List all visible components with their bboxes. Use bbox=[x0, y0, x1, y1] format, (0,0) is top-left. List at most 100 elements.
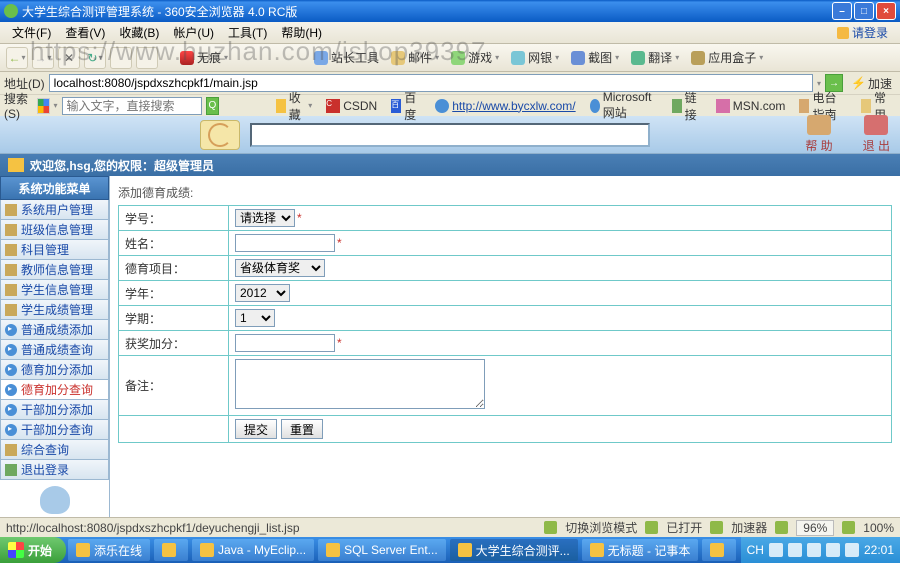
task-item-4[interactable]: 大学生综合测评... bbox=[450, 539, 578, 561]
label-year: 学年： bbox=[119, 281, 229, 306]
minimize-button[interactable]: – bbox=[832, 2, 852, 20]
menu-bar: 文件(F) 查看(V) 收藏(B) 帐户(U) 工具(T) 帮助(H) 请登录 bbox=[0, 22, 900, 44]
submit-button[interactable]: 提交 bbox=[235, 419, 277, 439]
search-label: 搜索(S) bbox=[4, 90, 33, 121]
tray-icon[interactable] bbox=[769, 543, 783, 557]
status-speed[interactable]: 加速器 bbox=[731, 519, 767, 536]
input-bonus[interactable] bbox=[235, 334, 335, 352]
task-item-2[interactable]: Java - MyEclip... bbox=[192, 539, 314, 561]
bookmark-baidu[interactable]: 百百度 bbox=[386, 89, 426, 123]
reset-button[interactable]: 重置 bbox=[281, 419, 323, 439]
sidebar-item-2[interactable]: 科目管理 bbox=[0, 240, 109, 260]
tray-icon[interactable] bbox=[826, 543, 840, 557]
sidebar-item-1[interactable]: 班级信息管理 bbox=[0, 220, 109, 240]
sidebar-header: 系统功能菜单 bbox=[0, 176, 109, 200]
content-panel: 添加德育成绩: 学号： 请选择* 姓名： * 德育项目： 省级体育奖 学年： 2… bbox=[110, 176, 900, 526]
menu-favorites[interactable]: 收藏(B) bbox=[113, 22, 165, 43]
screenshot-button[interactable]: 截图▾ bbox=[567, 47, 623, 68]
tray-icon[interactable] bbox=[807, 543, 821, 557]
address-dropdown-icon[interactable]: ▾ bbox=[817, 79, 821, 88]
sidebar-item-9[interactable]: 德育加分查询 bbox=[0, 380, 109, 400]
breadcrumb: 添加德育成绩: bbox=[118, 180, 892, 205]
taskbar: 开始 添乐在线 Java - MyEclip...SQL Server Ent..… bbox=[0, 537, 900, 563]
key-icon bbox=[5, 284, 17, 296]
zoom-level[interactable]: 96% bbox=[796, 520, 834, 536]
lang-indicator[interactable]: CH bbox=[747, 543, 764, 557]
sidebar-item-3[interactable]: 教师信息管理 bbox=[0, 260, 109, 280]
textarea-note[interactable] bbox=[235, 359, 485, 409]
select-year[interactable]: 2012 bbox=[235, 284, 290, 302]
help-button[interactable]: 帮 助 bbox=[805, 115, 832, 154]
sidebar-item-4[interactable]: 学生信息管理 bbox=[0, 280, 109, 300]
menu-view[interactable]: 查看(V) bbox=[59, 22, 111, 43]
select-student-no[interactable]: 请选择 bbox=[235, 209, 295, 227]
mail-button[interactable]: 邮件▾ bbox=[387, 47, 443, 68]
sidebar-item-10[interactable]: 干部加分添加 bbox=[0, 400, 109, 420]
clock[interactable]: 22:01 bbox=[864, 543, 894, 557]
menu-file[interactable]: 文件(F) bbox=[6, 22, 57, 43]
game-button[interactable]: 游戏▾ bbox=[447, 47, 503, 68]
welcome-bar: 欢迎您,hsg,您的权限：超级管理员 bbox=[0, 154, 900, 176]
site-tools-button[interactable]: 站长工具 bbox=[310, 47, 383, 68]
bookmark-csdn[interactable]: CCSDN bbox=[321, 99, 382, 113]
menu-account[interactable]: 帐户(U) bbox=[167, 22, 220, 43]
key-icon bbox=[5, 224, 17, 236]
tray-icon[interactable] bbox=[788, 543, 802, 557]
bookmark-microsoft[interactable]: Microsoft 网站 bbox=[585, 90, 663, 121]
nav-home-button[interactable] bbox=[110, 47, 132, 69]
bookmark-msn[interactable]: MSN.com bbox=[711, 99, 791, 113]
nav-back-button[interactable]: ▾ bbox=[6, 47, 28, 69]
search-input[interactable] bbox=[62, 97, 202, 115]
task-item-6[interactable] bbox=[702, 539, 736, 561]
sidebar-item-7[interactable]: 普通成绩查询 bbox=[0, 340, 109, 360]
app-search-box[interactable] bbox=[250, 123, 650, 147]
user-icon bbox=[8, 158, 24, 172]
bookmark-links[interactable]: 链接 bbox=[667, 89, 707, 123]
app-header: 帮 助 退 出 bbox=[0, 116, 900, 154]
status-bar: http://localhost:8080/jspdxszhcpkf1/deyu… bbox=[0, 517, 900, 537]
close-button[interactable]: × bbox=[876, 2, 896, 20]
sidebar-item-0[interactable]: 系统用户管理 bbox=[0, 200, 109, 220]
arrow-icon bbox=[5, 384, 17, 396]
sidebar-item-12[interactable]: 综合查询 bbox=[0, 440, 109, 460]
maximize-button[interactable]: □ bbox=[854, 2, 874, 20]
nav-stop-button[interactable]: ✕ bbox=[58, 47, 80, 69]
arrow-icon bbox=[5, 424, 17, 436]
sound-level[interactable]: 100% bbox=[863, 521, 894, 535]
start-button[interactable]: 开始 bbox=[0, 537, 66, 563]
tray-icon[interactable] bbox=[845, 543, 859, 557]
exit-button[interactable]: 退 出 bbox=[863, 115, 890, 154]
nav-forward-button[interactable]: ▾ bbox=[32, 47, 54, 69]
task-item-1[interactable] bbox=[154, 539, 188, 561]
sidebar-item-13[interactable]: 退出登录 bbox=[0, 460, 109, 480]
nav-fav-button[interactable] bbox=[136, 47, 158, 69]
search-go-button[interactable]: Q bbox=[206, 97, 220, 115]
menu-help[interactable]: 帮助(H) bbox=[275, 22, 328, 43]
sidebar-item-8[interactable]: 德育加分添加 bbox=[0, 360, 109, 380]
bookmark-bycxlw[interactable]: http://www.bycxlw.com/ bbox=[430, 99, 580, 113]
sidebar-item-11[interactable]: 干部加分查询 bbox=[0, 420, 109, 440]
status-mode[interactable]: 切换浏览模式 bbox=[565, 519, 637, 536]
task-item-3[interactable]: SQL Server Ent... bbox=[318, 539, 446, 561]
sidebar-item-6[interactable]: 普通成绩添加 bbox=[0, 320, 109, 340]
netbank-button[interactable]: 网银▾ bbox=[507, 47, 563, 68]
search-engine-icon[interactable] bbox=[37, 98, 49, 114]
game-icon bbox=[451, 51, 465, 65]
sidebar-item-label: 普通成绩添加 bbox=[21, 321, 93, 338]
bookmark-favorites[interactable]: 收藏▾ bbox=[271, 89, 317, 123]
camera-icon bbox=[571, 51, 585, 65]
appbox-button[interactable]: 应用盒子▾ bbox=[687, 47, 767, 68]
status-download[interactable]: 已打开 bbox=[666, 519, 702, 536]
task-item-0[interactable]: 添乐在线 bbox=[68, 539, 150, 561]
select-project[interactable]: 省级体育奖 bbox=[235, 259, 325, 277]
translate-button[interactable]: 翻译▾ bbox=[627, 47, 683, 68]
menu-tools[interactable]: 工具(T) bbox=[222, 22, 273, 43]
sidebar-item-5[interactable]: 学生成绩管理 bbox=[0, 300, 109, 320]
sidebar-item-label: 系统用户管理 bbox=[21, 201, 93, 218]
nav-reload-button[interactable]: ▾ bbox=[84, 47, 106, 69]
input-name[interactable] bbox=[235, 234, 335, 252]
login-link[interactable]: 请登录 bbox=[831, 22, 894, 43]
noimage-button[interactable]: 无痕▾ bbox=[176, 47, 232, 68]
select-term[interactable]: 1 bbox=[235, 309, 275, 327]
task-item-5[interactable]: 无标题 - 记事本 bbox=[582, 539, 699, 561]
